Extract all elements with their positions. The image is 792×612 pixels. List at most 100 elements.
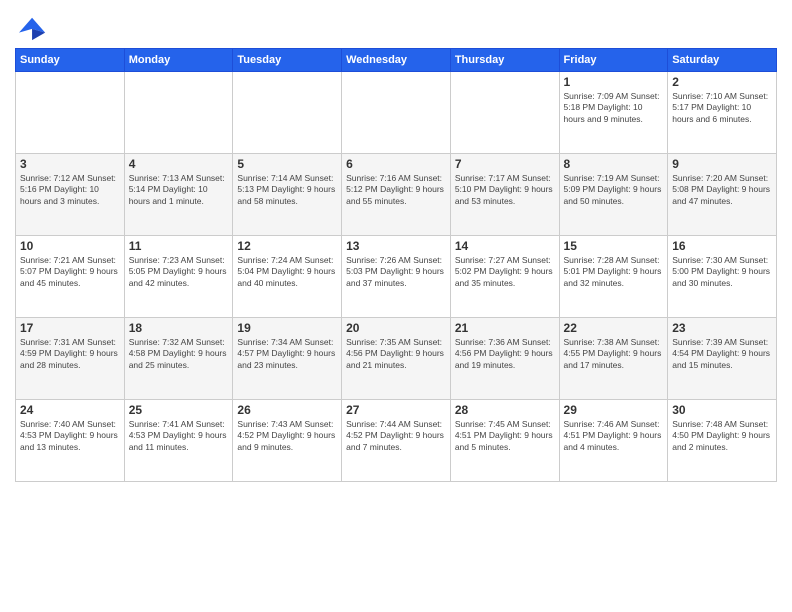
day-info: Sunrise: 7:30 AM Sunset: 5:00 PM Dayligh… xyxy=(672,255,772,289)
logo xyxy=(15,14,47,42)
calendar-table: SundayMondayTuesdayWednesdayThursdayFrid… xyxy=(15,48,777,482)
day-info: Sunrise: 7:09 AM Sunset: 5:18 PM Dayligh… xyxy=(564,91,664,125)
day-number: 15 xyxy=(564,239,664,253)
day-number: 1 xyxy=(564,75,664,89)
calendar-day-cell: 13 Sunrise: 7:26 AM Sunset: 5:03 PM Dayli… xyxy=(342,236,451,318)
day-info: Sunrise: 7:32 AM Sunset: 4:58 PM Dayligh… xyxy=(129,337,229,371)
calendar-week-row: 3Sunrise: 7:12 AM Sunset: 5:16 PM Daylig… xyxy=(16,154,777,236)
day-number: 14 xyxy=(455,239,555,253)
calendar-day-cell: 1 Sunrise: 7:09 AM Sunset: 5:18 PM Daylig… xyxy=(559,72,668,154)
calendar-day-cell: 21 Sunrise: 7:36 AM Sunset: 4:56 PM Dayli… xyxy=(450,318,559,400)
calendar-day-cell: 30 Sunrise: 7:48 AM Sunset: 4:50 PM Dayli… xyxy=(668,400,777,482)
day-number: 21 xyxy=(455,321,555,335)
day-info: Sunrise: 7:45 AM Sunset: 4:51 PM Dayligh… xyxy=(455,419,555,453)
weekday-header-cell: Friday xyxy=(559,49,668,72)
calendar-day-cell: 23Sunrise: 7:39 AM Sunset: 4:54 PM Dayli… xyxy=(668,318,777,400)
weekday-header-cell: Tuesday xyxy=(233,49,342,72)
day-number: 10 xyxy=(20,239,120,253)
day-number: 8 xyxy=(564,157,664,171)
day-number: 20 xyxy=(346,321,446,335)
day-number: 29 xyxy=(564,403,664,417)
day-info: Sunrise: 7:46 AM Sunset: 4:51 PM Dayligh… xyxy=(564,419,664,453)
calendar-day-cell: 27 Sunrise: 7:44 AM Sunset: 4:52 PM Dayli… xyxy=(342,400,451,482)
calendar-week-row: 1 Sunrise: 7:09 AM Sunset: 5:18 PM Daylig… xyxy=(16,72,777,154)
day-number: 16 xyxy=(672,239,772,253)
day-info: Sunrise: 7:26 AM Sunset: 5:03 PM Dayligh… xyxy=(346,255,446,289)
calendar-day-cell: 4 Sunrise: 7:13 AM Sunset: 5:14 PM Daylig… xyxy=(124,154,233,236)
calendar-day-cell: 6Sunrise: 7:16 AM Sunset: 5:12 PM Daylig… xyxy=(342,154,451,236)
calendar-day-cell: 8 Sunrise: 7:19 AM Sunset: 5:09 PM Daylig… xyxy=(559,154,668,236)
calendar-day-cell: 22Sunrise: 7:38 AM Sunset: 4:55 PM Dayli… xyxy=(559,318,668,400)
day-number: 30 xyxy=(672,403,772,417)
calendar-day-cell xyxy=(342,72,451,154)
day-number: 5 xyxy=(237,157,337,171)
day-info: Sunrise: 7:13 AM Sunset: 5:14 PM Dayligh… xyxy=(129,173,229,207)
calendar-day-cell xyxy=(450,72,559,154)
day-info: Sunrise: 7:10 AM Sunset: 5:17 PM Dayligh… xyxy=(672,91,772,125)
day-number: 7 xyxy=(455,157,555,171)
calendar-day-cell: 12Sunrise: 7:24 AM Sunset: 5:04 PM Dayli… xyxy=(233,236,342,318)
day-number: 6 xyxy=(346,157,446,171)
day-info: Sunrise: 7:48 AM Sunset: 4:50 PM Dayligh… xyxy=(672,419,772,453)
day-number: 17 xyxy=(20,321,120,335)
day-number: 28 xyxy=(455,403,555,417)
calendar-day-cell: 11Sunrise: 7:23 AM Sunset: 5:05 PM Dayli… xyxy=(124,236,233,318)
calendar-day-cell: 15 Sunrise: 7:28 AM Sunset: 5:01 PM Dayli… xyxy=(559,236,668,318)
calendar-day-cell: 3Sunrise: 7:12 AM Sunset: 5:16 PM Daylig… xyxy=(16,154,125,236)
day-number: 27 xyxy=(346,403,446,417)
calendar-day-cell: 16 Sunrise: 7:30 AM Sunset: 5:00 PM Dayli… xyxy=(668,236,777,318)
calendar-week-row: 24 Sunrise: 7:40 AM Sunset: 4:53 PM Dayli… xyxy=(16,400,777,482)
calendar-day-cell: 28 Sunrise: 7:45 AM Sunset: 4:51 PM Dayli… xyxy=(450,400,559,482)
day-number: 19 xyxy=(237,321,337,335)
calendar-day-cell: 20 Sunrise: 7:35 AM Sunset: 4:56 PM Dayli… xyxy=(342,318,451,400)
day-info: Sunrise: 7:31 AM Sunset: 4:59 PM Dayligh… xyxy=(20,337,120,371)
weekday-header-cell: Wednesday xyxy=(342,49,451,72)
day-number: 4 xyxy=(129,157,229,171)
calendar-day-cell: 25 Sunrise: 7:41 AM Sunset: 4:53 PM Dayli… xyxy=(124,400,233,482)
day-number: 9 xyxy=(672,157,772,171)
calendar-week-row: 10 Sunrise: 7:21 AM Sunset: 5:07 PM Dayli… xyxy=(16,236,777,318)
day-info: Sunrise: 7:44 AM Sunset: 4:52 PM Dayligh… xyxy=(346,419,446,453)
day-info: Sunrise: 7:40 AM Sunset: 4:53 PM Dayligh… xyxy=(20,419,120,453)
day-info: Sunrise: 7:20 AM Sunset: 5:08 PM Dayligh… xyxy=(672,173,772,207)
weekday-header-cell: Thursday xyxy=(450,49,559,72)
calendar-day-cell: 26 Sunrise: 7:43 AM Sunset: 4:52 PM Dayli… xyxy=(233,400,342,482)
header xyxy=(15,10,777,42)
day-number: 2 xyxy=(672,75,772,89)
calendar-day-cell xyxy=(124,72,233,154)
day-number: 26 xyxy=(237,403,337,417)
weekday-header-cell: Sunday xyxy=(16,49,125,72)
weekday-header-cell: Monday xyxy=(124,49,233,72)
day-info: Sunrise: 7:21 AM Sunset: 5:07 PM Dayligh… xyxy=(20,255,120,289)
day-number: 18 xyxy=(129,321,229,335)
day-info: Sunrise: 7:36 AM Sunset: 4:56 PM Dayligh… xyxy=(455,337,555,371)
calendar-day-cell: 7Sunrise: 7:17 AM Sunset: 5:10 PM Daylig… xyxy=(450,154,559,236)
page-container: SundayMondayTuesdayWednesdayThursdayFrid… xyxy=(0,0,792,490)
calendar-day-cell: 19Sunrise: 7:34 AM Sunset: 4:57 PM Dayli… xyxy=(233,318,342,400)
weekday-header-cell: Saturday xyxy=(668,49,777,72)
calendar-day-cell: 29 Sunrise: 7:46 AM Sunset: 4:51 PM Dayli… xyxy=(559,400,668,482)
day-info: Sunrise: 7:19 AM Sunset: 5:09 PM Dayligh… xyxy=(564,173,664,207)
calendar-day-cell: 18 Sunrise: 7:32 AM Sunset: 4:58 PM Dayli… xyxy=(124,318,233,400)
day-number: 25 xyxy=(129,403,229,417)
day-info: Sunrise: 7:35 AM Sunset: 4:56 PM Dayligh… xyxy=(346,337,446,371)
day-number: 13 xyxy=(346,239,446,253)
calendar-day-cell: 10 Sunrise: 7:21 AM Sunset: 5:07 PM Dayli… xyxy=(16,236,125,318)
day-number: 24 xyxy=(20,403,120,417)
day-number: 12 xyxy=(237,239,337,253)
day-info: Sunrise: 7:23 AM Sunset: 5:05 PM Dayligh… xyxy=(129,255,229,289)
day-number: 3 xyxy=(20,157,120,171)
calendar-day-cell: 9 Sunrise: 7:20 AM Sunset: 5:08 PM Daylig… xyxy=(668,154,777,236)
calendar-day-cell: 17 Sunrise: 7:31 AM Sunset: 4:59 PM Dayli… xyxy=(16,318,125,400)
calendar-day-cell xyxy=(16,72,125,154)
calendar-day-cell: 24 Sunrise: 7:40 AM Sunset: 4:53 PM Dayli… xyxy=(16,400,125,482)
day-info: Sunrise: 7:43 AM Sunset: 4:52 PM Dayligh… xyxy=(237,419,337,453)
day-info: Sunrise: 7:41 AM Sunset: 4:53 PM Dayligh… xyxy=(129,419,229,453)
weekday-header-row: SundayMondayTuesdayWednesdayThursdayFrid… xyxy=(16,49,777,72)
day-info: Sunrise: 7:38 AM Sunset: 4:55 PM Dayligh… xyxy=(564,337,664,371)
day-info: Sunrise: 7:28 AM Sunset: 5:01 PM Dayligh… xyxy=(564,255,664,289)
calendar-day-cell: 14 Sunrise: 7:27 AM Sunset: 5:02 PM Dayli… xyxy=(450,236,559,318)
day-info: Sunrise: 7:39 AM Sunset: 4:54 PM Dayligh… xyxy=(672,337,772,371)
calendar-day-cell: 5Sunrise: 7:14 AM Sunset: 5:13 PM Daylig… xyxy=(233,154,342,236)
day-info: Sunrise: 7:27 AM Sunset: 5:02 PM Dayligh… xyxy=(455,255,555,289)
